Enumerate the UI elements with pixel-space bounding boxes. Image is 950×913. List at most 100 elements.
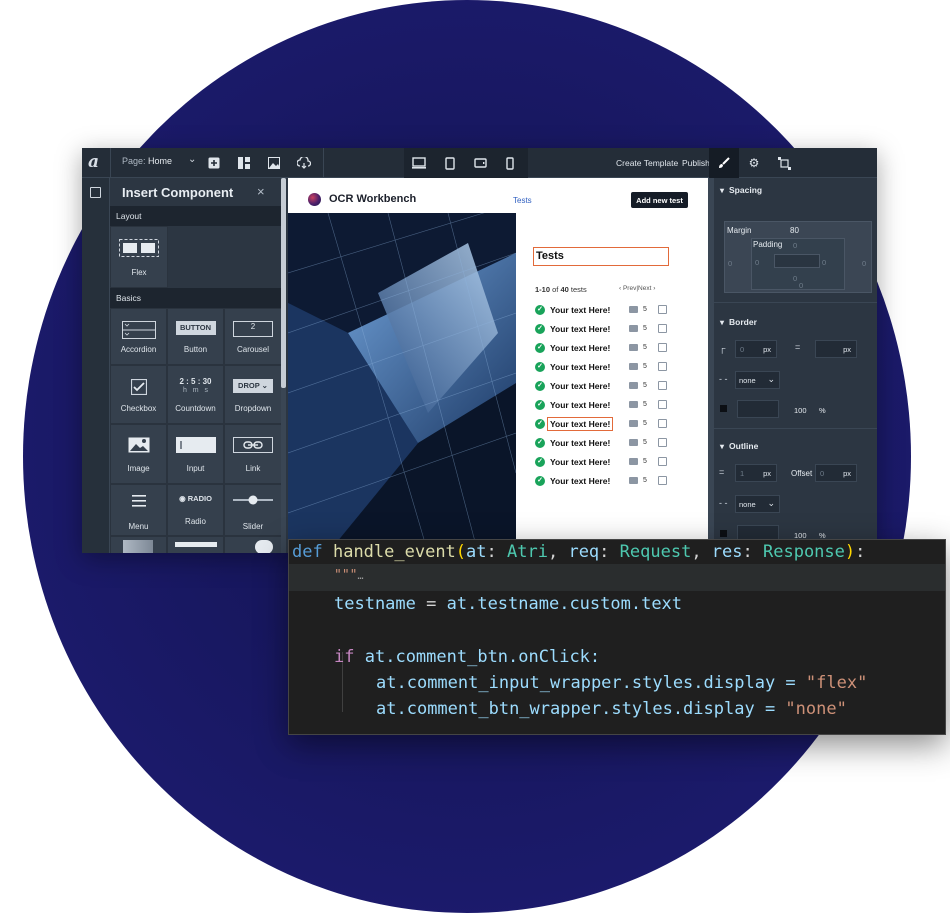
border-style-select[interactable]: none ⌄ — [735, 371, 780, 389]
outline-offset-input[interactable]: 0 px — [815, 464, 857, 482]
folded-ellipsis[interactable]: … — [357, 571, 363, 582]
test-row[interactable]: ✓ Your text Here! 5 — [535, 437, 685, 451]
component-flex[interactable]: Flex — [110, 226, 168, 288]
page-canvas[interactable]: OCR Workbench Tests Add new test Tests 1… — [288, 178, 708, 553]
border-color-swatch[interactable] — [720, 405, 727, 412]
component-image[interactable]: Image — [110, 424, 167, 484]
test-row-text[interactable]: Your text Here! — [550, 457, 610, 467]
component-button[interactable]: BUTTON Button — [167, 308, 224, 365]
settings-tab[interactable]: ⚙ — [739, 148, 769, 178]
outline-section-toggle[interactable]: Outline — [720, 441, 758, 451]
comment-icon[interactable] — [629, 477, 638, 484]
comment-icon[interactable] — [629, 401, 638, 408]
external-link-icon[interactable] — [658, 324, 667, 333]
scrollbar-thumb[interactable] — [281, 178, 286, 388]
external-link-icon[interactable] — [658, 343, 667, 352]
style-tab[interactable] — [709, 148, 739, 178]
component-more[interactable] — [167, 536, 224, 553]
assets-button[interactable] — [265, 154, 283, 172]
comment-icon[interactable] — [629, 344, 638, 351]
component-menu[interactable]: Menu — [110, 484, 167, 536]
component-slider[interactable]: Slider — [224, 484, 282, 536]
nav-link-tests[interactable]: Tests — [513, 196, 532, 205]
test-row-text[interactable]: Your text Here! — [550, 438, 610, 448]
spacing-section-toggle[interactable]: Spacing — [720, 185, 762, 195]
external-link-icon[interactable] — [658, 419, 667, 428]
test-row-text[interactable]: Your text Here! — [550, 324, 610, 334]
pager-prev[interactable]: ‹ Prev — [619, 285, 636, 292]
publish-button[interactable]: Publish — [682, 158, 710, 168]
component-link[interactable]: Link — [224, 424, 282, 484]
component-accordion[interactable]: Accordion — [110, 308, 167, 365]
border-color-input[interactable] — [737, 400, 779, 418]
outline-style-select[interactable]: none ⌄ — [735, 495, 780, 513]
transform-tab[interactable] — [769, 148, 799, 178]
border-section-toggle[interactable]: Border — [720, 317, 757, 327]
test-row[interactable]: ✓ Your text Here! 5 — [535, 456, 685, 470]
border-opacity-value[interactable]: 100 — [794, 406, 807, 415]
comment-icon[interactable] — [629, 306, 638, 313]
margin-bottom-value[interactable]: 0 — [799, 281, 803, 290]
test-row[interactable]: ✓ Your text Here! 5 — [535, 475, 685, 489]
border-width-input[interactable]: px — [815, 340, 857, 358]
test-row[interactable]: ✓ Your text Here! 5 — [535, 361, 685, 375]
external-link-icon[interactable] — [658, 381, 667, 390]
test-row-text[interactable]: Your text Here! — [550, 381, 610, 391]
padding-right-value[interactable]: 0 — [822, 258, 826, 267]
code-editor[interactable]: def handle_event(at: Atri, req: Request,… — [288, 539, 946, 735]
test-row[interactable]: ✓ Your text Here! 5 — [535, 380, 685, 394]
margin-right-value[interactable]: 0 — [862, 259, 866, 268]
comment-icon[interactable] — [629, 439, 638, 446]
test-row-text[interactable]: Your text Here! — [550, 362, 610, 372]
desktop-button[interactable] — [411, 155, 427, 171]
tablet-button[interactable] — [442, 155, 458, 171]
comment-icon[interactable] — [629, 420, 638, 427]
box-model-editor[interactable]: Margin 80 Padding 0 0 0 0 0 0 0 — [724, 221, 872, 293]
app-logo[interactable]: a — [88, 152, 99, 172]
comment-icon[interactable] — [629, 325, 638, 332]
layout-button[interactable] — [235, 154, 253, 172]
padding-bottom-value[interactable]: 0 — [793, 274, 797, 283]
test-row[interactable]: ✓ Your text Here! 5 — [535, 399, 685, 413]
margin-left-value[interactable]: 0 — [728, 259, 732, 268]
padding-left-value[interactable]: 0 — [755, 258, 759, 267]
close-icon[interactable]: × — [257, 184, 265, 199]
test-row-text[interactable]: Your text Here! — [547, 417, 614, 431]
component-more[interactable] — [224, 536, 282, 553]
external-link-icon[interactable] — [658, 438, 667, 447]
outline-color-swatch[interactable] — [720, 530, 727, 537]
outline-width-input[interactable]: 1 px — [735, 464, 777, 482]
external-link-icon[interactable] — [658, 457, 667, 466]
add-new-test-button[interactable]: Add new test — [631, 192, 688, 208]
external-link-icon[interactable] — [658, 400, 667, 409]
phone-button[interactable] — [502, 155, 518, 171]
component-countdown[interactable]: 2 : 5 : 30 h m s Countdown — [167, 365, 224, 424]
comment-icon[interactable] — [629, 363, 638, 370]
sync-button[interactable] — [295, 154, 313, 172]
tests-heading[interactable]: Tests — [533, 247, 669, 266]
test-row-text[interactable]: Your text Here! — [550, 343, 610, 353]
create-template-button[interactable]: Create Template — [616, 158, 678, 168]
edit-icon[interactable] — [90, 187, 101, 198]
test-row[interactable]: ✓ Your text Here! 5 — [535, 304, 685, 318]
component-checkbox[interactable]: Checkbox — [110, 365, 167, 424]
comment-icon[interactable] — [629, 382, 638, 389]
component-more[interactable] — [110, 536, 167, 553]
test-row[interactable]: ✓ Your text Here! 5 — [535, 323, 685, 337]
add-page-button[interactable] — [205, 154, 223, 172]
test-row[interactable]: ✓ Your text Here! 5 — [535, 417, 685, 432]
component-dropdown[interactable]: DROP ⌄ Dropdown — [224, 365, 282, 424]
border-radius-input[interactable]: 0 px — [735, 340, 777, 358]
component-carousel[interactable]: 2 Carousel — [224, 308, 282, 365]
pager-next[interactable]: Next › — [638, 285, 655, 292]
external-link-icon[interactable] — [658, 305, 667, 314]
test-row[interactable]: ✓ Your text Here! 5 — [535, 342, 685, 356]
margin-top-value[interactable]: 80 — [790, 226, 799, 235]
component-radio[interactable]: ◉ RADIO Radio — [167, 484, 224, 536]
component-input[interactable]: Input — [167, 424, 224, 484]
comment-icon[interactable] — [629, 458, 638, 465]
external-link-icon[interactable] — [658, 362, 667, 371]
external-link-icon[interactable] — [658, 476, 667, 485]
page-select[interactable]: Page: Home ⌄ — [122, 154, 196, 166]
test-row-text[interactable]: Your text Here! — [550, 476, 610, 486]
